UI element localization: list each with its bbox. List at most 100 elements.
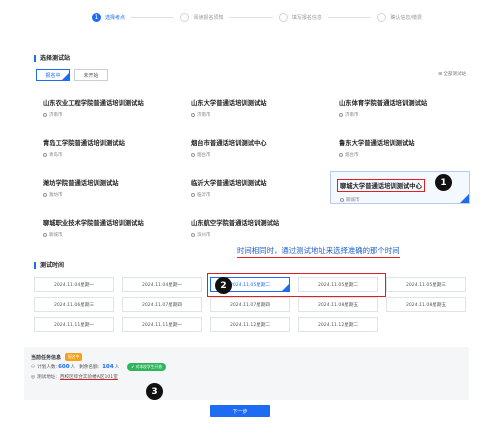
- station-name: 山东农业工程学院普通话培训测试站: [43, 100, 144, 107]
- station-name: 潍坊学院普通话培训测试站: [43, 180, 119, 187]
- station-name: 鲁东大学普通话培训测试站: [339, 140, 415, 147]
- location-icon: [191, 193, 195, 197]
- location-icon: [339, 113, 343, 117]
- step-number: 1: [92, 12, 101, 22]
- location-icon: ◎: [31, 374, 36, 380]
- address-label: 测试地址:: [37, 375, 57, 380]
- station-city: 潍坊市: [43, 192, 165, 198]
- step-confirm-pay: 确认信息/缴费: [377, 12, 422, 22]
- station-city: 青岛市: [43, 152, 165, 158]
- task-info-panel: 当前任务信息 报名中 ⚇ 计划人数: 600 人 剩余名额: 104 人 ✔ 对…: [24, 347, 469, 400]
- station-card[interactable]: 山东航空学院普通话培训测试站 滨州市: [182, 211, 322, 244]
- annotation-text: 时间相同时，通过测试地址来选择准确的那个时间: [237, 245, 400, 258]
- station-name: 山东体育学院普通话培训测试站: [339, 100, 428, 107]
- location-icon: [43, 113, 47, 117]
- time-slot[interactable]: 2024.11.11星期一: [122, 317, 202, 332]
- station-name: 临沂大学普通话培训测试站: [191, 180, 267, 187]
- station-card[interactable]: 烟台市普通话培训测试中心 烟台市: [182, 131, 322, 164]
- open-to-students-badge: ✔ 对本校学生开放: [127, 363, 167, 371]
- station-list: 山东农业工程学院普通话培训测试站 济南市 山东大学普通话培训测试站 济南市 山东…: [34, 91, 470, 244]
- station-card[interactable]: 聊城职业技术学院普通话培训测试站 聊城市: [34, 211, 174, 244]
- step-label: 确认信息/缴费: [390, 14, 422, 21]
- info-title-row: 当前任务信息 报名中: [31, 352, 462, 362]
- city-label: 潍坊市: [49, 193, 63, 198]
- next-step-button[interactable]: 下一步: [210, 405, 270, 417]
- time-slot[interactable]: 2024.11.05星期二: [298, 277, 378, 292]
- status-badge: 报名中: [65, 353, 83, 361]
- step-dot: [180, 12, 190, 22]
- location-icon: [340, 198, 344, 202]
- step-label: 填写报名信息: [291, 14, 322, 21]
- city-label: 济南市: [197, 113, 211, 118]
- station-city: 济南市: [191, 112, 313, 118]
- step-read-notice: 阅读报名须知: [180, 12, 224, 22]
- address-value: 西校区综合实验楼A区101室: [59, 375, 118, 380]
- info-quota-row: ⚇ 计划人数: 600 人 剩余名额: 104 人 ✔ 对本校学生开放: [31, 362, 462, 372]
- time-section-title: 测试时间: [34, 262, 64, 269]
- location-icon: [191, 233, 195, 237]
- city-label: 烟台市: [197, 153, 211, 158]
- station-section-title: 选择测试站: [34, 55, 70, 62]
- station-city: 聊城市: [43, 232, 165, 238]
- time-slot[interactable]: 2024.11.08星期五: [298, 297, 378, 312]
- location-icon: [191, 113, 195, 117]
- station-city: 济南市: [43, 112, 165, 118]
- registration-page: 1 选择考点 阅读报名须知 填写报名信息 确认信息/缴费 选择测试站 报名中 未…: [0, 0, 488, 438]
- people-icon: ⚇: [31, 364, 36, 370]
- station-city: 聊城市: [340, 197, 460, 203]
- time-slot[interactable]: 2024.11.07星期四: [122, 297, 202, 312]
- open-to-students-label: 对本校学生开放: [135, 364, 163, 369]
- tab-registering[interactable]: 报名中: [36, 69, 70, 81]
- station-city: 烟台市: [191, 152, 313, 158]
- time-slot[interactable]: 2024.11.11星期一: [34, 317, 114, 332]
- time-slot[interactable]: 2024.11.05星期三: [386, 277, 466, 292]
- time-slot-list: 2024.11.04星期一 2024.11.04星期一 2024.11.05星期…: [34, 277, 470, 332]
- all-stations-link[interactable]: ⊞ 全部测试站: [438, 71, 466, 77]
- remaining-unit: 人: [114, 365, 120, 370]
- step-dot: [377, 12, 387, 22]
- progress-stepper: 1 选择考点 阅读报名须知 填写报名信息 确认信息/缴费: [92, 9, 422, 25]
- city-label: 济南市: [345, 113, 359, 118]
- annotation-badge-1: 1: [435, 174, 452, 191]
- step-divider: [131, 16, 175, 18]
- station-card[interactable]: 山东大学普通话培训测试站 济南市: [182, 91, 322, 124]
- step-divider: [229, 16, 273, 18]
- station-card[interactable]: 临沂大学普通话培训测试站 临沂市: [182, 171, 322, 204]
- station-city: 临沂市: [191, 192, 313, 198]
- info-title: 当前任务信息: [31, 354, 62, 361]
- city-label: 青岛市: [49, 153, 63, 158]
- location-icon: [191, 153, 195, 157]
- plan-value: 600: [58, 364, 70, 370]
- station-card[interactable]: 鲁东大学普通话培训测试站 烟台市: [330, 131, 470, 164]
- time-slot[interactable]: 2024.11.04星期一: [122, 277, 202, 292]
- station-name: 山东航空学院普通话培训测试站: [191, 220, 280, 227]
- time-slot[interactable]: 2024.11.12星期二: [298, 317, 378, 332]
- step-label: 阅读报名须知: [193, 14, 224, 21]
- time-slot[interactable]: 2024.11.06星期三: [34, 297, 114, 312]
- remaining-label: 剩余名额:: [79, 365, 100, 370]
- station-card[interactable]: 山东农业工程学院普通话培训测试站 济南市: [34, 91, 174, 124]
- station-card[interactable]: 山东体育学院普通话培训测试站 济南市: [330, 91, 470, 124]
- time-slot[interactable]: 2024.11.08星期五: [386, 297, 466, 312]
- time-slot[interactable]: 2024.11.04星期一: [34, 277, 114, 292]
- location-icon: [43, 193, 47, 197]
- time-slot[interactable]: 2024.11.07星期四: [210, 297, 290, 312]
- tab-not-started[interactable]: 未开始: [74, 69, 108, 81]
- city-label: 烟台市: [345, 153, 359, 158]
- city-label: 滨州市: [197, 233, 211, 238]
- city-label: 济南市: [49, 113, 63, 118]
- annotation-badge-3: 3: [146, 383, 163, 400]
- station-name: 烟台市普通话培训测试中心: [191, 140, 267, 147]
- time-slot[interactable]: 2024.11.12星期二: [210, 317, 290, 332]
- station-card[interactable]: 青岛工学院普通话培训测试站 青岛市: [34, 131, 174, 164]
- station-city: 济南市: [339, 112, 461, 118]
- plan-unit: 人: [70, 365, 76, 370]
- station-city: 滨州市: [191, 232, 313, 238]
- all-stations-label: 全部测试站: [443, 72, 467, 77]
- step-divider: [327, 16, 372, 18]
- station-city: 烟台市: [339, 152, 461, 158]
- station-card[interactable]: 潍坊学院普通话培训测试站 潍坊市: [34, 171, 174, 204]
- remaining-value: 104: [102, 364, 114, 370]
- city-label: 聊城市: [49, 233, 63, 238]
- station-name: 聊城职业技术学院普通话培训测试站: [43, 220, 144, 227]
